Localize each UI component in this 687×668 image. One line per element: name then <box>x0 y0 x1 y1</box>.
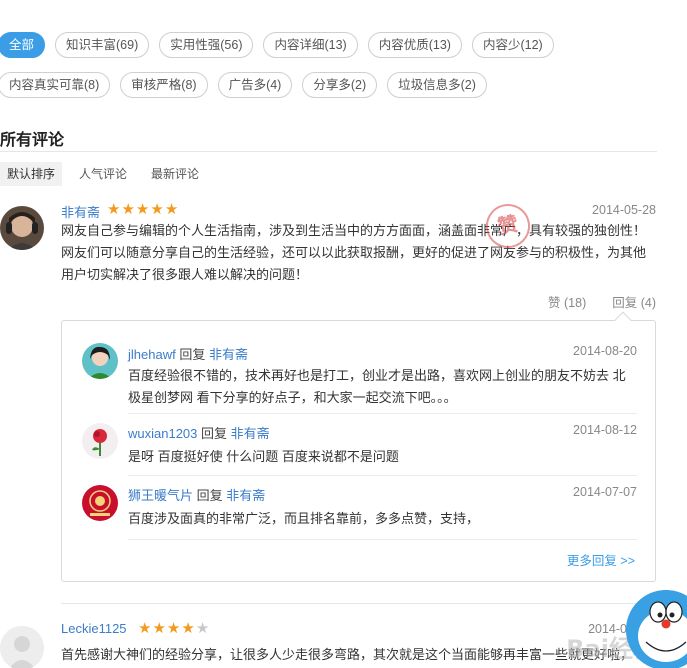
filter-tag-row-2: 内容真实可靠(8) 审核严格(8) 广告多(4) 分享多(2) 垃圾信息多(2) <box>0 71 687 99</box>
star-icon: ★ <box>166 620 182 637</box>
star-icon: ★ <box>181 620 196 637</box>
reply-target[interactable]: 非有斋 <box>231 426 270 441</box>
reply-verb: 回复 <box>201 426 228 441</box>
star-icon: ★ <box>138 620 153 637</box>
filter-tag[interactable]: 知识丰富(69) <box>55 32 150 58</box>
filter-tag[interactable]: 内容少(12) <box>471 32 554 58</box>
reply-text: 百度经验很不错的，技术再好也是打工，创业才是出路，喜欢网上创业的朋友不妨去 北极… <box>128 368 626 405</box>
avatar[interactable] <box>82 423 118 459</box>
review-user[interactable]: 非有斋 <box>61 202 100 221</box>
filter-tag[interactable]: 广告多(4) <box>217 72 293 98</box>
review-user[interactable]: Leckie1125 <box>61 621 127 636</box>
filter-tag-row-1: 全部 知识丰富(69) 实用性强(56) 内容详细(13) 内容优质(13) 内… <box>0 31 687 59</box>
reply-verb: 回复 <box>196 488 223 503</box>
filter-tags: 全部 知识丰富(69) 实用性强(56) 内容详细(13) 内容优质(13) 内… <box>0 31 687 111</box>
filter-tag[interactable]: 实用性强(56) <box>159 32 254 58</box>
reply-text: 百度涉及面真的非常广泛，而且排名靠前，多多点赞，支持， <box>128 511 480 526</box>
reply-target[interactable]: 非有斋 <box>226 488 265 503</box>
reply-user[interactable]: wuxian1203 <box>128 426 197 441</box>
reply-header: 狮王暖气片 回复 非有斋 <box>128 485 265 504</box>
reply-button[interactable]: 回复 (4) <box>612 292 656 311</box>
filter-tag[interactable]: 内容详细(13) <box>263 32 358 58</box>
star-icon: ★ <box>164 201 180 218</box>
review-actions: 赞 (18) 回复 (4) <box>522 292 656 311</box>
filter-tag-all[interactable]: 全部 <box>0 32 46 58</box>
reply-date: 2014-08-20 <box>573 344 637 358</box>
reply-divider <box>128 475 637 476</box>
rating-stars: ★★★★★ <box>138 619 210 637</box>
star-icon: ★ <box>150 201 165 218</box>
reply-user[interactable]: 狮王暖气片 <box>128 488 193 503</box>
star-icon: ★ <box>135 201 151 218</box>
doraemon-icon <box>626 590 687 668</box>
reply-date: 2014-07-07 <box>573 485 637 499</box>
sort-popular-tab[interactable]: 人气评论 <box>72 162 134 186</box>
reply-box-notch <box>614 311 632 329</box>
sort-bar: 默认排序 人气评论 最新评论 <box>0 162 216 186</box>
sort-latest-tab[interactable]: 最新评论 <box>144 162 206 186</box>
sort-default-tab[interactable]: 默认排序 <box>0 162 63 186</box>
rating-stars: ★★★★★ <box>107 200 179 218</box>
avatar[interactable] <box>0 626 44 668</box>
reply-box: jlhehawf 回复 非有斋 2014-08-20 百度经验很不错的，技术再好… <box>61 311 656 582</box>
like-button[interactable]: 赞 (18) <box>548 292 586 311</box>
review-divider <box>61 603 657 604</box>
avatar[interactable] <box>82 485 118 521</box>
reply-header: wuxian1203 回复 非有斋 <box>128 423 270 442</box>
reply-target[interactable]: 非有斋 <box>209 347 248 362</box>
review-date: 2014-05-28 <box>592 203 656 217</box>
reply-text: 是呀 百度挺好使 什么问题 百度来说都不是问题 <box>128 449 399 464</box>
filter-tag[interactable]: 审核严格(8) <box>120 72 208 98</box>
avatar[interactable] <box>0 206 44 250</box>
star-icon: ★ <box>107 201 122 218</box>
reply-verb: 回复 <box>179 347 206 362</box>
reply-date: 2014-08-12 <box>573 423 637 437</box>
filter-tag[interactable]: 垃圾信息多(2) <box>387 72 487 98</box>
reply-divider <box>128 413 637 414</box>
filter-tag[interactable]: 内容真实可靠(8) <box>0 72 111 98</box>
section-divider <box>0 151 657 152</box>
review-text: 网友自己参与编辑的个人生活指南，涉及到生活当中的方方面面，涵盖面非常广，具有较强… <box>61 223 647 282</box>
star-empty-icon: ★ <box>195 620 211 637</box>
reply-header: jlhehawf 回复 非有斋 <box>128 344 248 363</box>
star-icon: ★ <box>152 620 167 637</box>
reply-user[interactable]: jlhehawf <box>128 347 176 362</box>
section-title: 所有评论 <box>0 132 65 149</box>
star-icon: ★ <box>121 201 136 218</box>
avatar[interactable] <box>82 343 118 379</box>
more-replies-link[interactable]: 更多回复 >> <box>567 550 635 569</box>
reply-divider <box>128 539 637 540</box>
filter-tag[interactable]: 内容优质(13) <box>367 32 462 58</box>
filter-tag[interactable]: 分享多(2) <box>302 72 378 98</box>
